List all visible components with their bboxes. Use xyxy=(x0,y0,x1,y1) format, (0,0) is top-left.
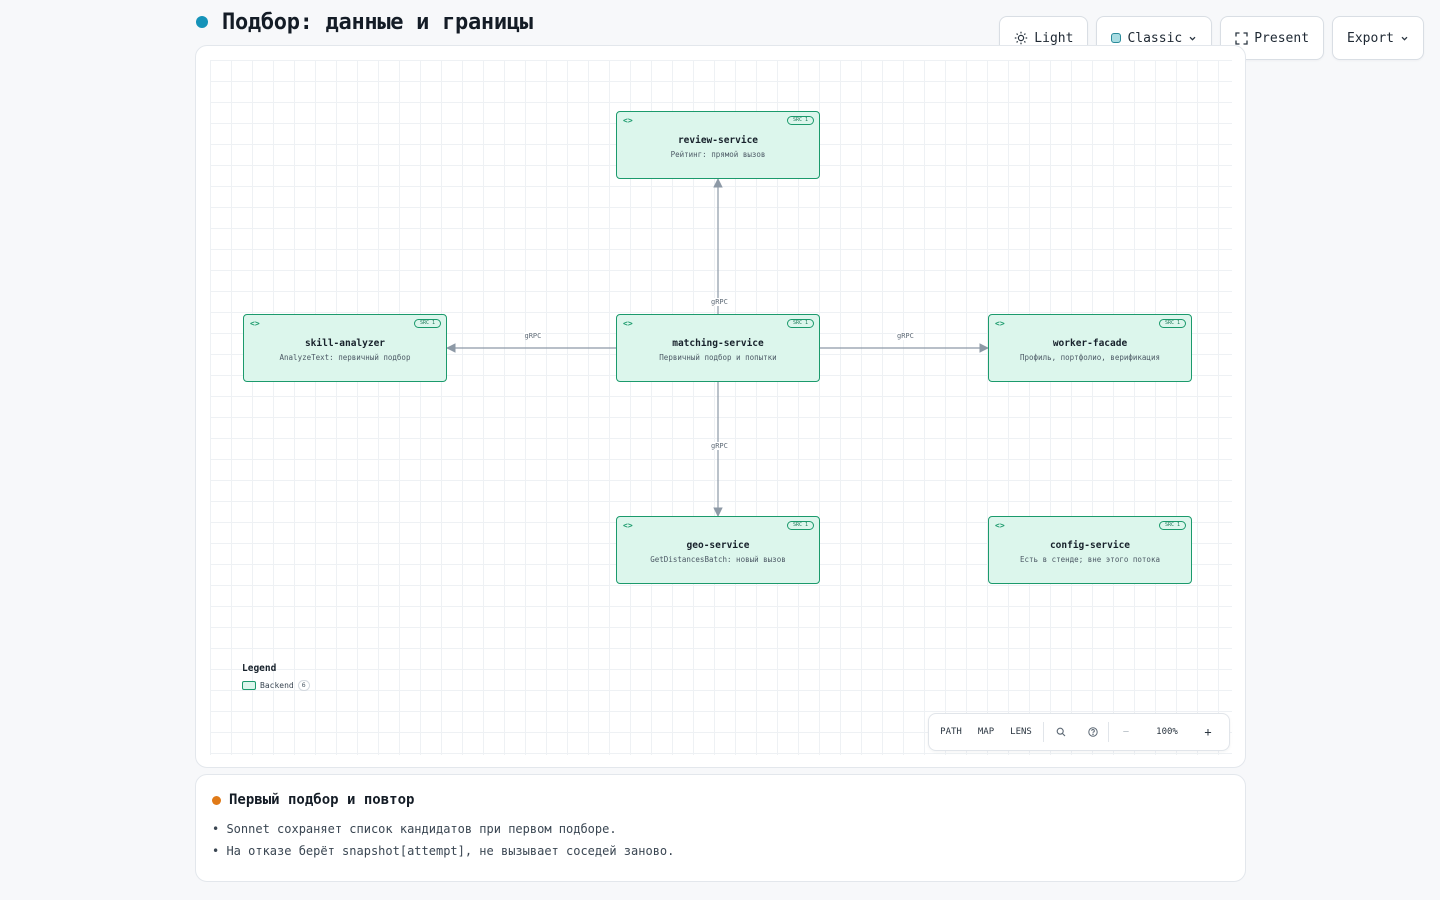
lens-button[interactable]: LENS xyxy=(999,714,1043,750)
notes-item: • Sonnet сохраняет список кандидатов при… xyxy=(212,822,617,836)
search-button[interactable] xyxy=(1044,714,1078,750)
node-badge: SRC 1 xyxy=(786,521,814,530)
code-brackets-icon: <> xyxy=(623,319,633,328)
title-dot xyxy=(196,16,208,28)
node-subtitle: AnalyzeText: первичный подбор xyxy=(279,353,411,362)
node-matching[interactable]: <> SRC 1 matching-service Первичный подбор … xyxy=(616,314,820,382)
present-label: Present xyxy=(1254,30,1310,46)
page-title: Подбор: данные и границы xyxy=(222,9,533,35)
edge-label: gRPC xyxy=(523,332,543,340)
node-subtitle: Рейтинг: прямой вызов xyxy=(670,150,766,159)
zoom-in-button[interactable]: + xyxy=(1191,714,1225,750)
node-badge: SRC 1 xyxy=(1158,319,1186,328)
notes-header: Первый подбор и повтор xyxy=(212,792,414,808)
node-subtitle: Первичный подбор и попытки xyxy=(659,353,777,362)
legend-item-label: Backend xyxy=(260,681,294,690)
node-subtitle: Есть в стенде; вне этого потока xyxy=(1020,555,1160,564)
legend-title: Legend xyxy=(242,663,277,674)
style-swatch-icon xyxy=(1111,33,1122,43)
edge-label: gRPC xyxy=(710,442,729,450)
node-title: skill-analyzer xyxy=(304,338,386,349)
code-brackets-icon: <> xyxy=(623,116,633,125)
node-title: worker-facade xyxy=(1052,338,1128,349)
export-dropdown[interactable]: Export xyxy=(1332,16,1424,60)
fullscreen-icon xyxy=(1235,31,1248,45)
node-badge: SRC 1 xyxy=(786,319,814,328)
sun-icon xyxy=(1015,31,1028,45)
edge-label: gRPC xyxy=(896,332,915,340)
code-brackets-icon: <> xyxy=(995,319,1005,328)
node-skill[interactable]: <> SRC 1 skill-analyzer AnalyzeText: первич… xyxy=(243,314,447,382)
code-brackets-icon: <> xyxy=(995,521,1005,530)
notes-list: • Sonnet сохраняет список кандидатов при… xyxy=(212,822,674,866)
export-label: Export xyxy=(1347,30,1394,46)
node-badge: SRC 1 xyxy=(1158,521,1186,530)
notes-item: • На отказе берёт snapshot[attempt], не … xyxy=(212,844,675,858)
chevron-down-icon xyxy=(1189,36,1196,41)
help-icon xyxy=(1088,727,1098,737)
code-brackets-icon: <> xyxy=(623,521,633,530)
notes-dot xyxy=(212,795,221,805)
node-review[interactable]: <> SRC 1 review-service Рейтинг: прямой выз… xyxy=(616,111,820,179)
node-worker[interactable]: <> SRC 1 worker-facade Профиль, портфолио, … xyxy=(988,314,1192,382)
style-label: Classic xyxy=(1127,30,1183,46)
node-subtitle: GetDistancesBatch: новый вызов xyxy=(650,555,786,564)
notes-title: Первый подбор и повтор xyxy=(229,792,415,808)
page-header: Подбор: данные и границы xyxy=(196,6,533,38)
node-title: review-service xyxy=(677,135,759,146)
zoom-level: 100% xyxy=(1156,727,1178,737)
code-brackets-icon: <> xyxy=(250,319,260,328)
search-icon xyxy=(1056,727,1066,737)
node-title: geo-service xyxy=(686,540,750,551)
notes-panel: Первый подбор и повтор • Sonnet сохраняе… xyxy=(195,774,1246,882)
node-title: matching-service xyxy=(672,338,764,349)
diagram-canvas[interactable]: <> SRC 1 review-service Рейтинг: прямой выз… xyxy=(195,45,1246,768)
canvas-controls: PATH MAP LENS — 100% + xyxy=(928,713,1230,751)
edge-label: gRPC xyxy=(710,298,729,306)
node-config[interactable]: <> SRC 1 config-service Есть в стенде; вне … xyxy=(988,516,1192,584)
node-geo[interactable]: <> SRC 1 geo-service GetDistancesBatch: нов… xyxy=(616,516,820,584)
legend-swatch xyxy=(242,681,256,690)
map-button[interactable]: MAP xyxy=(973,714,999,750)
theme-label: Light xyxy=(1034,30,1074,46)
node-subtitle: Профиль, портфолио, верификация xyxy=(1020,353,1160,362)
node-title: config-service xyxy=(1049,540,1131,551)
path-button[interactable]: PATH xyxy=(929,714,973,750)
legend: Legend Backend 6 xyxy=(242,663,310,691)
node-badge: SRC 1 xyxy=(413,319,441,328)
legend-item[interactable]: Backend 6 xyxy=(242,680,310,691)
help-button[interactable] xyxy=(1078,714,1108,750)
legend-item-count: 6 xyxy=(297,680,310,691)
chevron-down-icon xyxy=(1401,36,1408,41)
node-badge: SRC 1 xyxy=(786,116,814,125)
zoom-out-button[interactable]: — xyxy=(1109,714,1143,750)
